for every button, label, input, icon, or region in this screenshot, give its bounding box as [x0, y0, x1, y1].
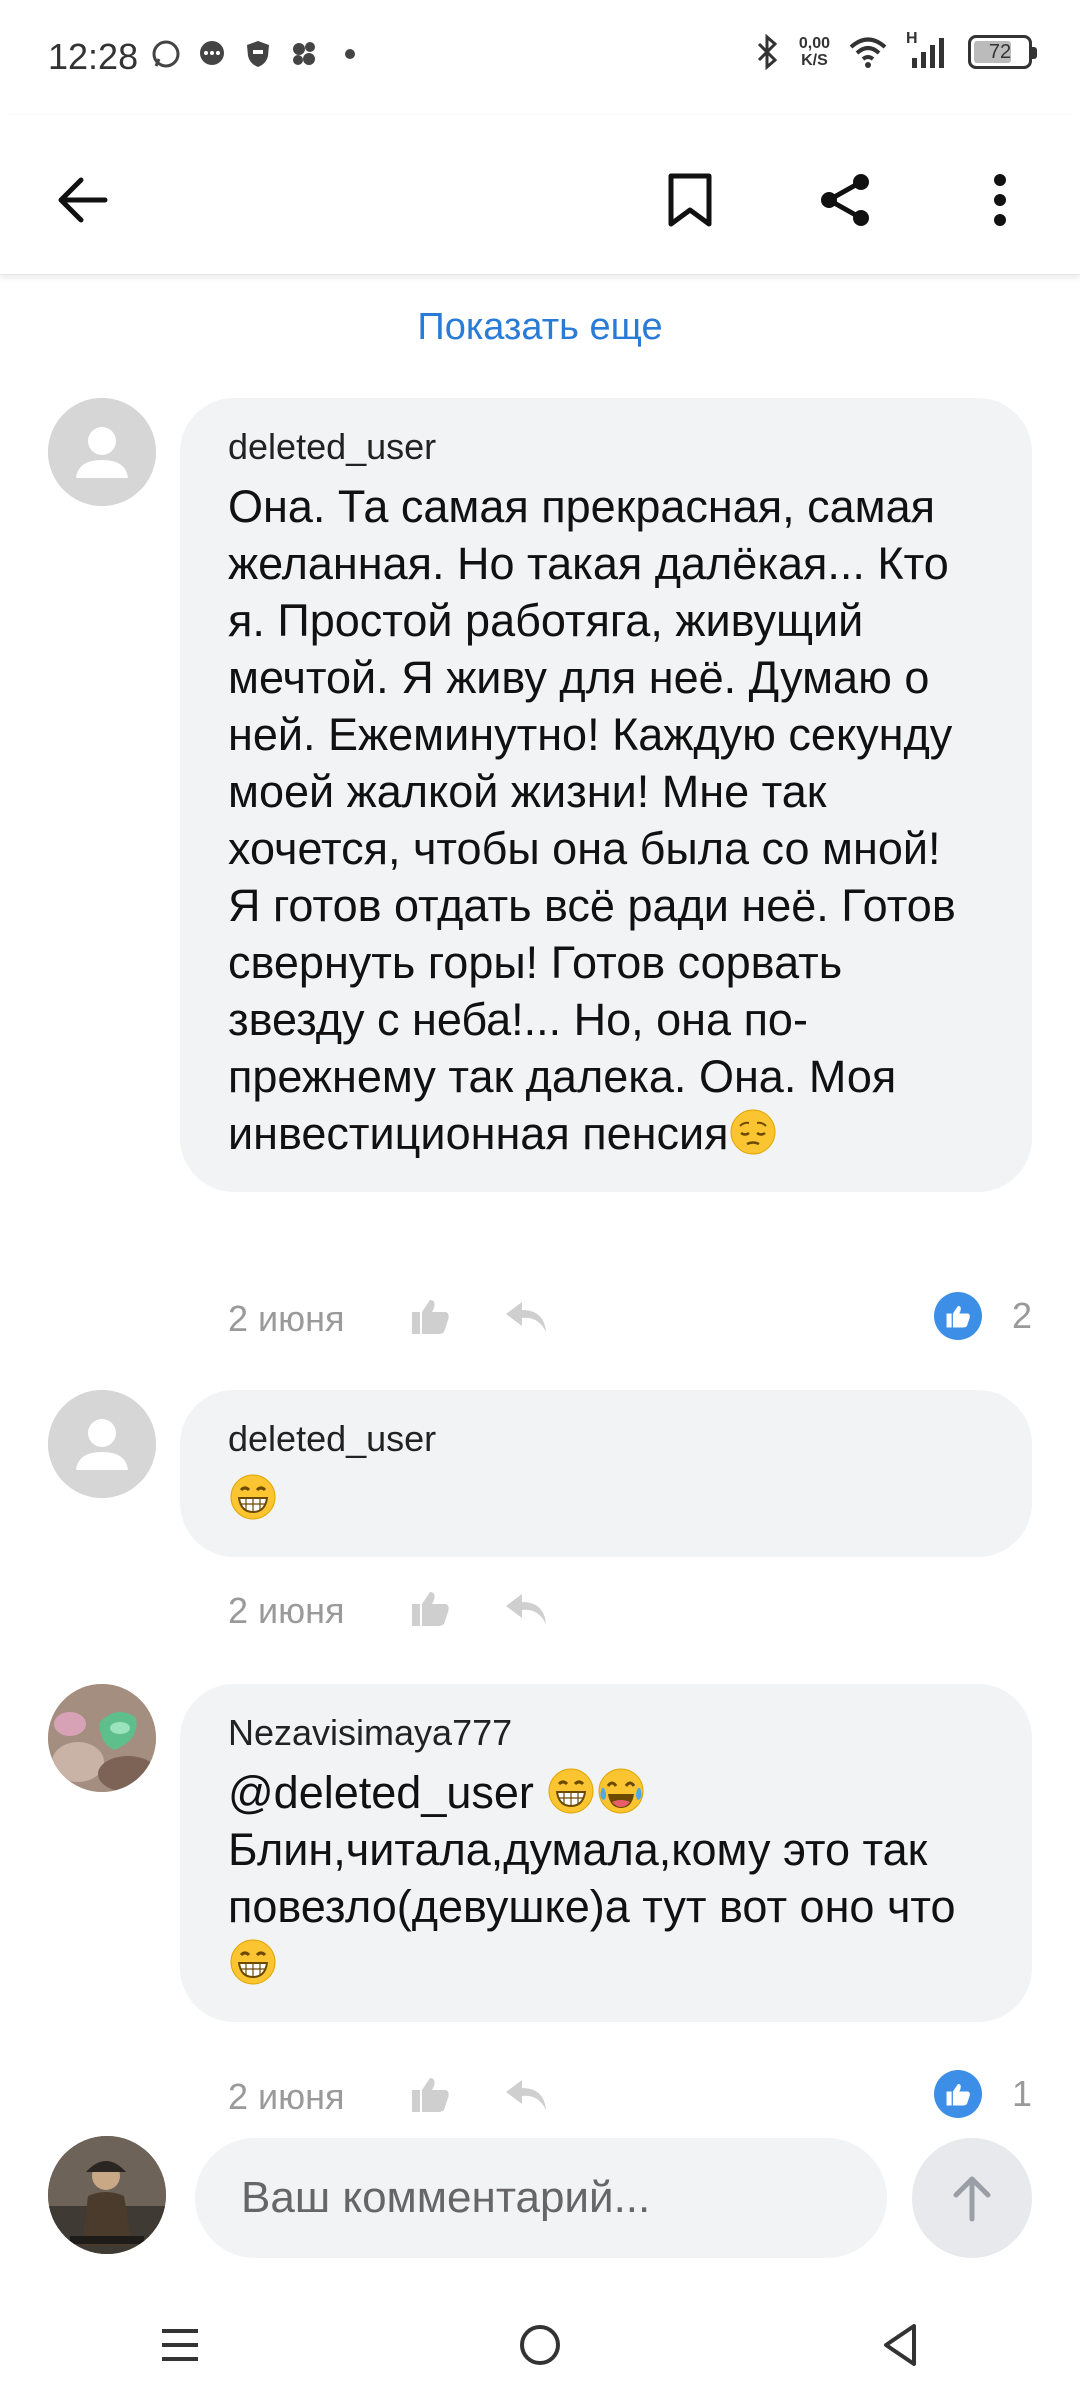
status-bar: 12:28 0,00 K/S H 72 [0, 0, 1080, 115]
wifi-icon [849, 37, 887, 68]
pensive-face-emoji-icon [730, 1109, 776, 1155]
menu-icon[interactable] [158, 2323, 202, 2367]
current-user-avatar[interactable] [48, 2136, 166, 2254]
tears-of-joy-emoji-icon [598, 1768, 644, 1814]
avatar[interactable] [48, 1390, 156, 1498]
comment-date: 2 июня [228, 2076, 345, 2117]
avatar-image [48, 1684, 156, 1792]
bluetooth-icon [757, 34, 778, 70]
comment-text-body: Она. Та самая прекрасная, самая желанная… [228, 481, 956, 1159]
like-count: 2 [1011, 1295, 1032, 1336]
mention-link[interactable]: @deleted_user [228, 1767, 534, 1818]
avatar[interactable] [48, 1684, 156, 1792]
comment-author[interactable]: Nezavisimaya777 [228, 1712, 984, 1754]
thumbs-up-icon[interactable] [408, 1588, 452, 1628]
bookmark-icon [668, 173, 712, 227]
signal-icon: H [906, 30, 950, 70]
reply-icon[interactable] [504, 1590, 548, 1628]
comment-input[interactable] [195, 2138, 887, 2258]
share-icon [821, 174, 869, 226]
reply-icon[interactable] [504, 1298, 548, 1336]
home-circle-icon[interactable] [517, 2322, 563, 2368]
thumbs-up-icon[interactable] [408, 1296, 452, 1336]
comment-bubble[interactable]: Nezavisimaya777 @deleted_user Блин,читал… [180, 1684, 1032, 2022]
comment-text: @deleted_user Блин,читала,думала,кому эт… [228, 1764, 984, 1992]
reply-icon[interactable] [504, 2076, 548, 2114]
show-more-link[interactable]: Показать еще [0, 306, 1080, 349]
like-counter[interactable]: 1 [933, 2070, 1032, 2118]
send-button[interactable] [912, 2138, 1032, 2258]
comment-date: 2 июня [228, 1298, 345, 1339]
comment-author[interactable]: deleted_user [228, 1418, 984, 1460]
comment-meta: 2 июня 2 [228, 1288, 1032, 1348]
liked-thumb-icon [933, 1292, 982, 1340]
system-icons: 0,00 K/S H 72 [753, 30, 1037, 70]
app-icon [293, 42, 315, 65]
whatsapp-icon [152, 40, 180, 68]
net-speed-value: 0,00 [798, 35, 830, 52]
top-app-bar [0, 115, 1080, 275]
back-arrow-icon [58, 177, 108, 223]
bookmark-button[interactable] [645, 155, 735, 245]
back-triangle-icon[interactable] [878, 2322, 922, 2368]
net-speed: 0,00 K/S [799, 35, 830, 69]
messenger-icon [200, 41, 224, 65]
comment-text-body: Блин,читала,думала,кому это так повезло(… [228, 1824, 956, 1932]
grinning-face-emoji-icon [230, 1939, 276, 1985]
comment-text [228, 1470, 984, 1527]
more-vertical-icon [994, 174, 1006, 226]
notification-icons [150, 38, 366, 70]
avatar-image [48, 2136, 166, 2254]
dot-icon [345, 49, 355, 59]
more-options-button[interactable] [955, 155, 1045, 245]
status-time: 12:28 [48, 36, 139, 77]
net-speed-unit: K/S [801, 52, 828, 69]
arrow-up-icon [953, 2176, 991, 2222]
comment-text: Она. Та самая прекрасная, самая желанная… [228, 478, 984, 1162]
comment-bubble[interactable]: deleted_user Она. Та самая прекрасная, с… [180, 398, 1032, 1192]
comment-composer [0, 2120, 1080, 2280]
battery-icon: 72 [968, 35, 1037, 69]
liked-thumb-icon [933, 2070, 982, 2118]
comment-date: 2 июня [228, 1590, 345, 1631]
comment-meta: 2 июня [228, 1580, 1032, 1640]
grinning-face-emoji-icon [548, 1768, 594, 1814]
default-user-icon [48, 1390, 156, 1498]
share-button[interactable] [800, 155, 890, 245]
vpn-shield-icon [247, 41, 269, 67]
comment-meta: 2 июня 1 [228, 2066, 1032, 2126]
avatar[interactable] [48, 398, 156, 506]
battery-level: 72 [988, 40, 1012, 63]
system-nav-bar [0, 2290, 1080, 2400]
default-user-icon [48, 398, 156, 506]
comment-author[interactable]: deleted_user [228, 426, 984, 468]
like-counter[interactable]: 2 [933, 1292, 1032, 1340]
like-count: 1 [1011, 2073, 1032, 2114]
thumbs-up-icon[interactable] [408, 2074, 452, 2114]
comment-bubble[interactable]: deleted_user [180, 1390, 1032, 1557]
grinning-face-emoji-icon [230, 1474, 276, 1520]
back-button[interactable] [38, 155, 128, 245]
